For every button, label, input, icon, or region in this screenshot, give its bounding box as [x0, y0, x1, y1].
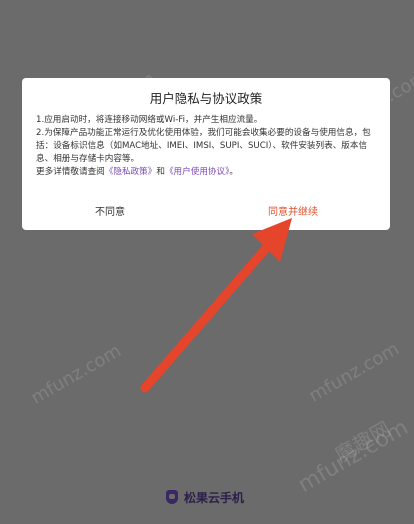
user-agreement-link[interactable]: 《用户使用协议》	[165, 167, 229, 177]
brand: 松果云手机	[166, 488, 244, 506]
watermark-text: mfunz.com	[305, 338, 403, 407]
brand-name: 松果云手机	[184, 490, 245, 505]
accept-button[interactable]: 同意并继续	[268, 204, 318, 222]
watermark-text: mfunz.com	[27, 340, 125, 409]
watermark-text-cn: 魔趣网	[330, 416, 395, 468]
dialog-line-2: 2.为保障产品功能正常运行及优化使用体验，我们可能会收集必要的设备与使用信息，包…	[36, 128, 371, 164]
arrow-shaft	[140, 241, 273, 393]
dialog-actions: 不同意 同意并继续	[22, 204, 390, 222]
dialog-title: 用户隐私与协议政策	[149, 91, 263, 106]
watermark-text: mfunz.com	[293, 415, 413, 498]
dialog-body: 1.应用启动时，将连接移动网络或Wi-Fi，并产生相应流量。 2.为保障产品功能…	[36, 114, 376, 179]
privacy-policy-link[interactable]: 《隐私政策》	[105, 167, 157, 177]
privacy-dialog: 用户隐私与协议政策 1.应用启动时，将连接移动网络或Wi-Fi，并产生相应流量。…	[22, 78, 390, 230]
pinecone-logo-icon	[166, 490, 178, 504]
dialog-line-3: 更多详情敬请查阅《隐私政策》和《用户使用协议》。	[36, 166, 376, 179]
dialog-line-1: 1.应用启动时，将连接移动网络或Wi-Fi，并产生相应流量。	[36, 115, 263, 125]
line3-prefix: 更多详情敬请查阅	[36, 167, 105, 177]
line3-suffix: 。	[229, 167, 239, 177]
line3-and: 和	[156, 167, 165, 177]
decline-button[interactable]: 不同意	[95, 204, 125, 222]
